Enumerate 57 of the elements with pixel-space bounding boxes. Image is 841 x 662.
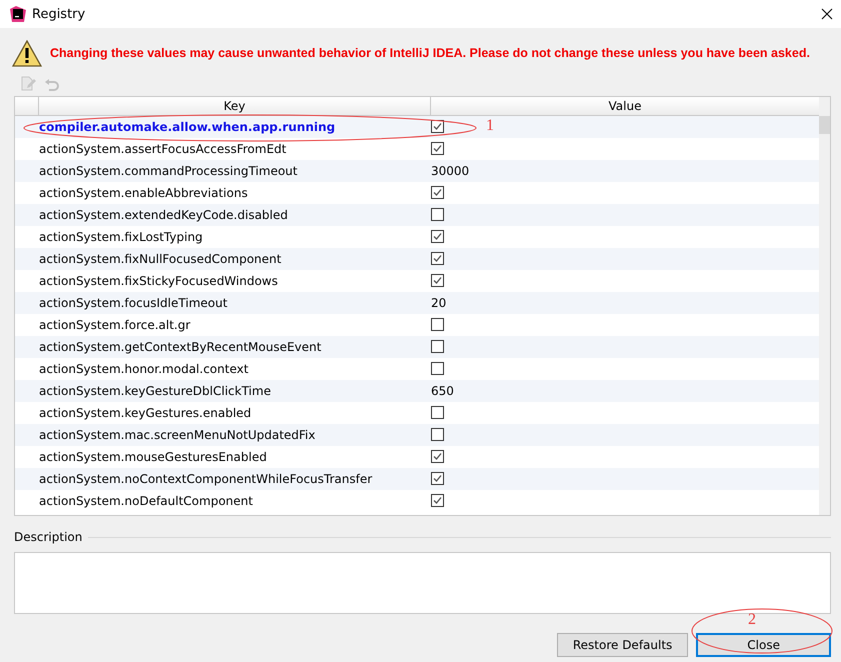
checkbox[interactable] xyxy=(431,274,444,287)
key-cell-text: compiler.automake.allow.when.app.running xyxy=(39,120,336,134)
key-cell-text: actionSystem.enableAbbreviations xyxy=(39,186,249,200)
dialog-button[interactable]: Close xyxy=(696,633,831,657)
dialog-button[interactable]: Restore Defaults xyxy=(556,633,688,657)
checkbox[interactable] xyxy=(431,208,444,221)
table-row[interactable]: actionSystem.mac.screenMenuNotUpdatedFix xyxy=(15,424,819,446)
key-cell-text: actionSystem.noContextComponentWhileFocusTransfer xyxy=(39,472,374,486)
key-cell-text: actionSystem.fixLostTyping xyxy=(39,230,204,244)
table-row[interactable]: actionSystem.commandProcessingTimeout 30000 xyxy=(15,160,819,182)
table-row[interactable]: actionSystem.focusIdleTimeout 20 xyxy=(15,292,819,314)
value-cell: 30000 xyxy=(431,164,470,178)
annotation-number: 1 xyxy=(486,117,494,135)
column-header[interactable]: Value xyxy=(431,97,819,115)
key-cell-text: actionSystem.noDefaultComponent xyxy=(39,494,254,508)
table-row[interactable]: actionSystem.keyGestureDblClickTime 650 xyxy=(15,380,819,402)
checkbox[interactable] xyxy=(431,472,444,485)
key-cell-text: actionSystem.fixNullFocusedComponent xyxy=(39,252,282,266)
key-cell-text: actionSystem.assertFocusAccessFromEdt xyxy=(39,142,288,156)
checkbox[interactable] xyxy=(431,186,444,199)
close-icon[interactable] xyxy=(821,8,833,20)
window-title: Registry xyxy=(32,6,86,22)
checkbox[interactable] xyxy=(431,120,444,133)
key-cell-text: actionSystem.honor.modal.context xyxy=(39,362,250,376)
app-logo-icon xyxy=(10,6,26,22)
key-cell-text: actionSystem.focusIdleTimeout xyxy=(39,296,228,310)
description-field[interactable] xyxy=(14,552,831,614)
table-row[interactable]: actionSystem.noContextComponentWhileFocusTransfer xyxy=(15,468,819,490)
checkbox[interactable] xyxy=(431,340,444,353)
key-cell-text: actionSystem.mouseGesturesEnabled xyxy=(39,450,268,464)
checkbox[interactable] xyxy=(431,142,444,155)
value-cell: 650 xyxy=(431,384,454,398)
key-cell-text: actionSystem.fixStickyFocusedWindows xyxy=(39,274,279,288)
checkbox[interactable] xyxy=(431,494,444,507)
key-cell-text: actionSystem.mac.screenMenuNotUpdatedFix xyxy=(39,428,316,442)
table-row[interactable]: actionSystem.fixNullFocusedComponent xyxy=(15,248,819,270)
key-cell-text: actionSystem.commandProcessingTimeout xyxy=(39,164,298,178)
warning-message: Changing these values may cause unwanted behavior of IntelliJ IDEA. Please do not change these unless you have been asked. xyxy=(50,46,810,60)
key-cell-text: actionSystem.keyGestures.enabled xyxy=(39,406,252,420)
checkbox[interactable] xyxy=(431,406,444,419)
key-cell-text: actionSystem.getContextByRecentMouseEvent xyxy=(39,340,322,354)
warning-icon xyxy=(12,40,42,66)
checkbox[interactable] xyxy=(431,230,444,243)
annotation-number: 2 xyxy=(748,611,756,629)
value-cell: 20 xyxy=(431,296,446,310)
checkbox[interactable] xyxy=(431,252,444,265)
key-cell-text: actionSystem.extendedKeyCode.disabled xyxy=(39,208,289,222)
checkbox[interactable] xyxy=(431,450,444,463)
table-row[interactable]: actionSystem.extendedKeyCode.disabled xyxy=(15,204,819,226)
key-cell-text: actionSystem.keyGestureDblClickTime xyxy=(39,384,272,398)
table-row[interactable]: actionSystem.getContextByRecentMouseEvent xyxy=(15,336,819,358)
column-header[interactable]: Key xyxy=(39,97,431,115)
description-label: Description xyxy=(14,530,82,544)
checkbox[interactable] xyxy=(431,428,444,441)
checkbox[interactable] xyxy=(431,318,444,331)
key-cell-text: actionSystem.force.alt.gr xyxy=(39,318,192,332)
checkbox[interactable] xyxy=(431,362,444,375)
